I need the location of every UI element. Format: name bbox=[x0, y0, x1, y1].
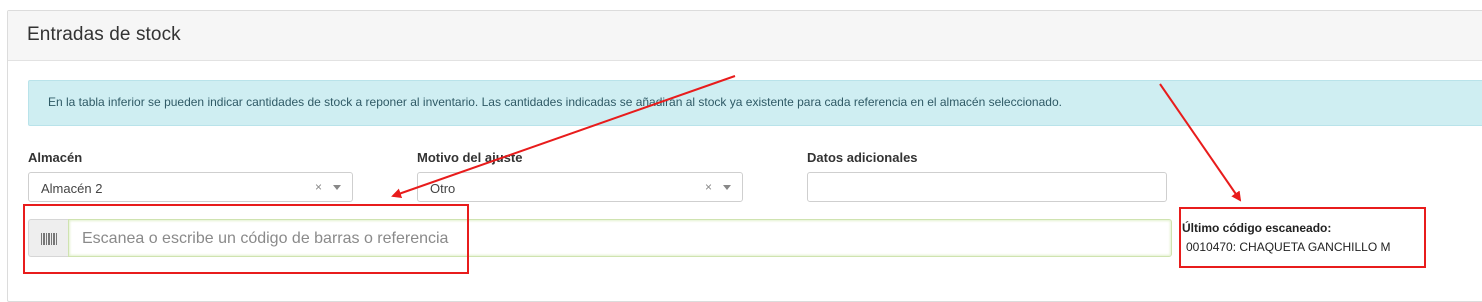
warehouse-clear-icon[interactable]: × bbox=[315, 180, 322, 194]
reason-select[interactable]: Otro × bbox=[417, 172, 743, 202]
info-alert: En la tabla inferior se pueden indicar c… bbox=[28, 80, 1482, 126]
warehouse-select[interactable]: Almacén 2 × bbox=[28, 172, 353, 202]
reason-select-value: Otro bbox=[430, 181, 456, 196]
chevron-down-icon[interactable] bbox=[333, 185, 341, 190]
additional-data-input[interactable] bbox=[807, 172, 1167, 202]
annotation-box-last-scanned bbox=[1179, 207, 1426, 268]
reason-clear-icon[interactable]: × bbox=[705, 180, 712, 194]
reason-label: Motivo del ajuste bbox=[417, 150, 523, 165]
annotation-box-scan-input bbox=[23, 204, 469, 274]
panel-header: Entradas de stock bbox=[8, 11, 1482, 61]
info-alert-text: En la tabla inferior se pueden indicar c… bbox=[48, 95, 1062, 109]
chevron-down-icon[interactable] bbox=[723, 185, 731, 190]
page-title: Entradas de stock bbox=[27, 24, 181, 45]
warehouse-select-value: Almacén 2 bbox=[41, 181, 103, 196]
additional-data-label: Datos adicionales bbox=[807, 150, 918, 165]
warehouse-label: Almacén bbox=[28, 150, 83, 165]
